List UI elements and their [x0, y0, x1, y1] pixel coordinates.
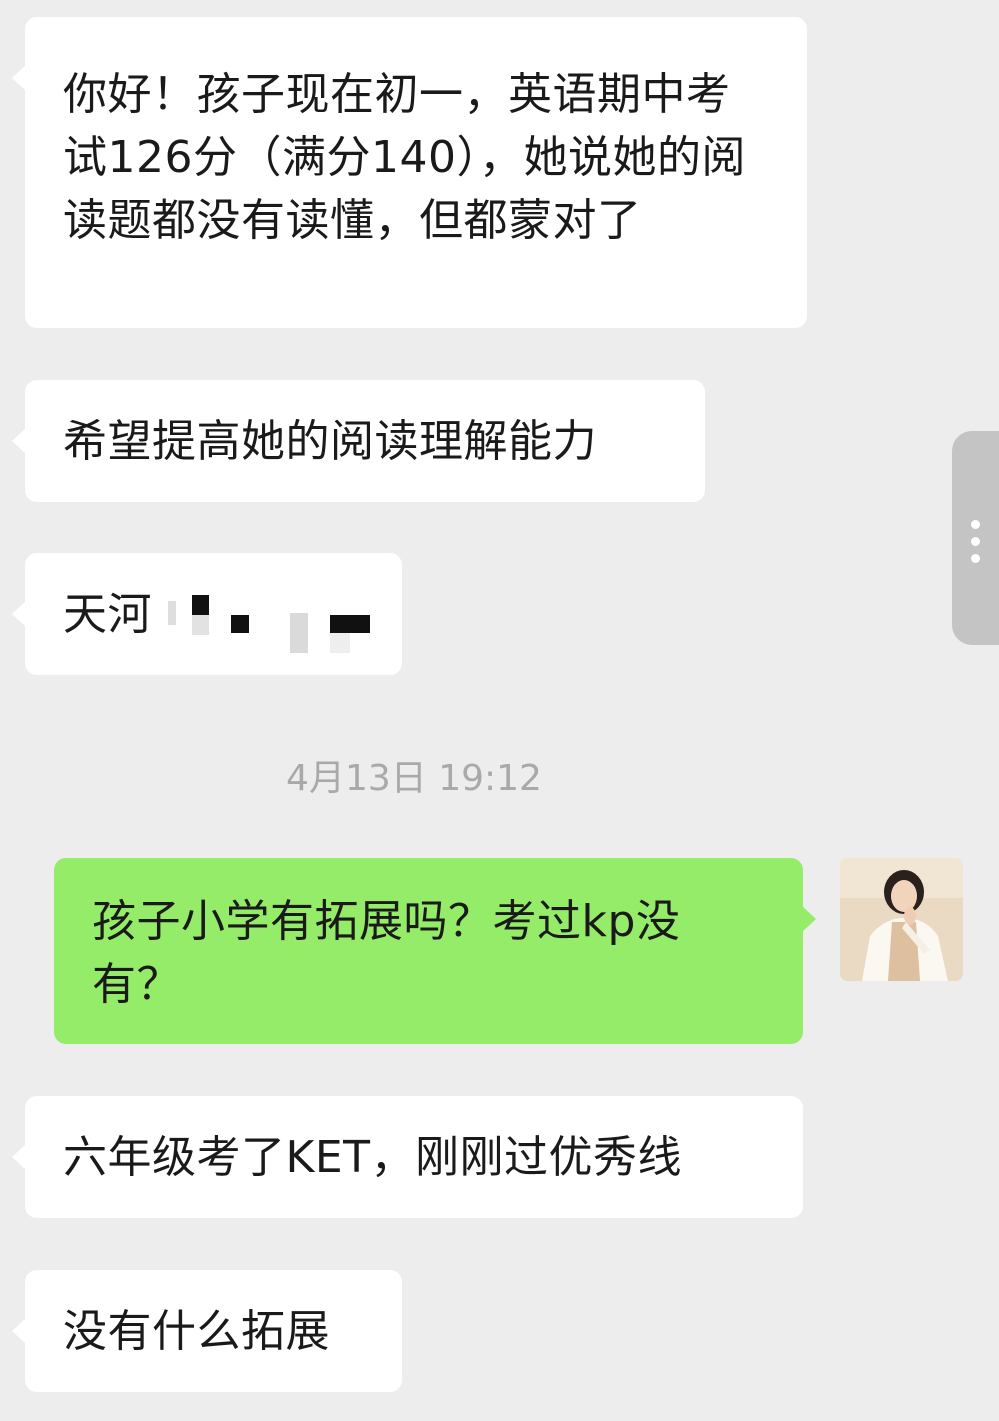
- dot-icon: [971, 554, 980, 563]
- message-text: 孩子小学有拓展吗？考过kp没有？: [92, 896, 681, 1010]
- redaction-mosaic: [231, 615, 249, 633]
- message-bubble-incoming[interactable]: 六年级考了KET，刚刚过优秀线: [12, 1096, 803, 1218]
- dot-icon: [971, 520, 980, 529]
- message-text: 没有什么拓展: [63, 1306, 330, 1357]
- message-text: 天河: [63, 589, 152, 640]
- message-bubble-incoming[interactable]: 希望提高她的阅读理解能力: [12, 380, 705, 502]
- message-bubble-outgoing[interactable]: 孩子小学有拓展吗？考过kp没有？: [54, 858, 816, 1044]
- message-bubble-incoming[interactable]: 你好！孩子现在初一，英语期中考试126分（满分140），她说她的阅读题都没有读懂…: [12, 17, 807, 328]
- message-timestamp: 4月13日 19:12: [286, 758, 542, 799]
- redaction-mosaic: [168, 601, 176, 625]
- avatar-photo-icon: [840, 858, 963, 981]
- message-bubble-incoming[interactable]: 没有什么拓展: [12, 1270, 402, 1392]
- redaction-mosaic: [330, 633, 350, 653]
- redaction-mosaic: [192, 615, 209, 635]
- user-avatar[interactable]: [840, 858, 963, 981]
- message-text: 六年级考了KET，刚刚过优秀线: [63, 1132, 683, 1183]
- side-more-handle[interactable]: [952, 431, 999, 645]
- message-text: 你好！孩子现在初一，英语期中考试126分（满分140），她说她的阅读题都没有读懂…: [63, 69, 746, 246]
- redaction-mosaic: [192, 595, 209, 615]
- redaction-mosaic: [290, 613, 308, 653]
- redaction-mosaic: [330, 615, 370, 633]
- dot-icon: [971, 537, 980, 546]
- message-bubble-incoming[interactable]: 天河: [12, 553, 402, 675]
- message-text: 希望提高她的阅读理解能力: [63, 416, 597, 467]
